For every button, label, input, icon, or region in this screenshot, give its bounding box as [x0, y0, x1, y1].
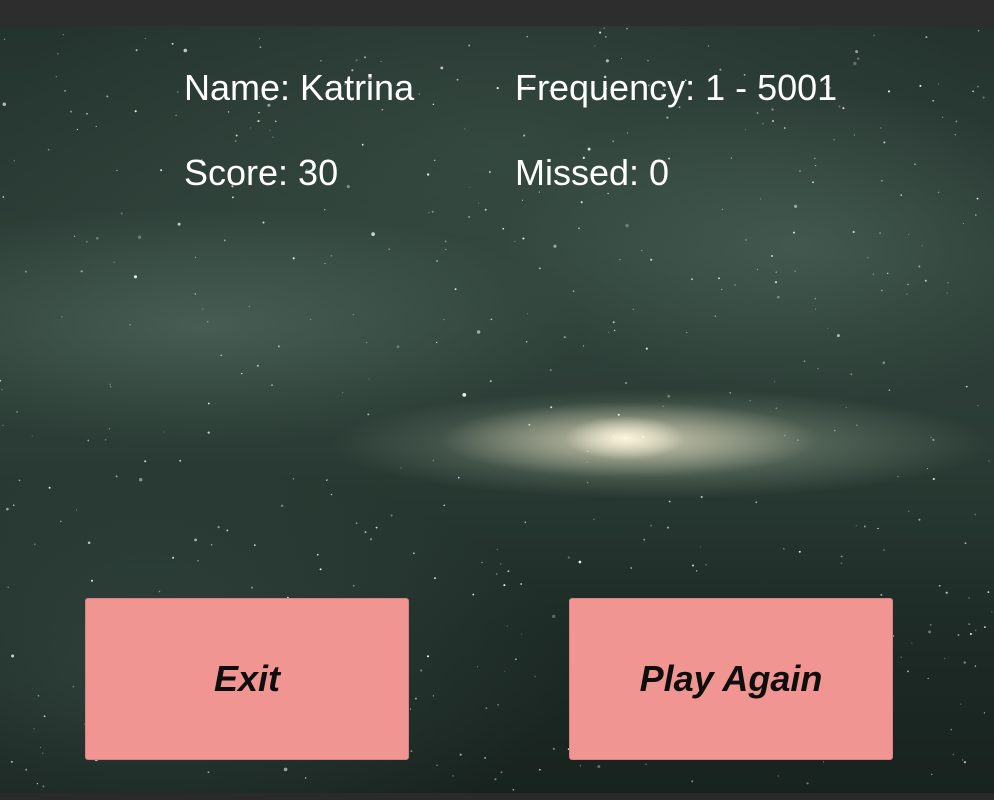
- exit-button-label: Exit: [213, 658, 281, 699]
- play-again-button[interactable]: Play Again: [569, 598, 893, 760]
- exit-button[interactable]: Exit: [85, 598, 409, 760]
- window-bottom-edge: [0, 793, 994, 800]
- score-label: Score: 30: [184, 152, 339, 193]
- missed-label: Missed: 0: [515, 152, 670, 193]
- window-title-bar: [0, 0, 994, 26]
- game-window: Name: Katrina Frequency: 1 - 5001 Score:…: [0, 0, 994, 800]
- player-name-label: Name: Katrina: [184, 67, 415, 108]
- play-again-button-label: Play Again: [639, 658, 823, 699]
- frequency-label: Frequency: 1 - 5001: [515, 67, 838, 108]
